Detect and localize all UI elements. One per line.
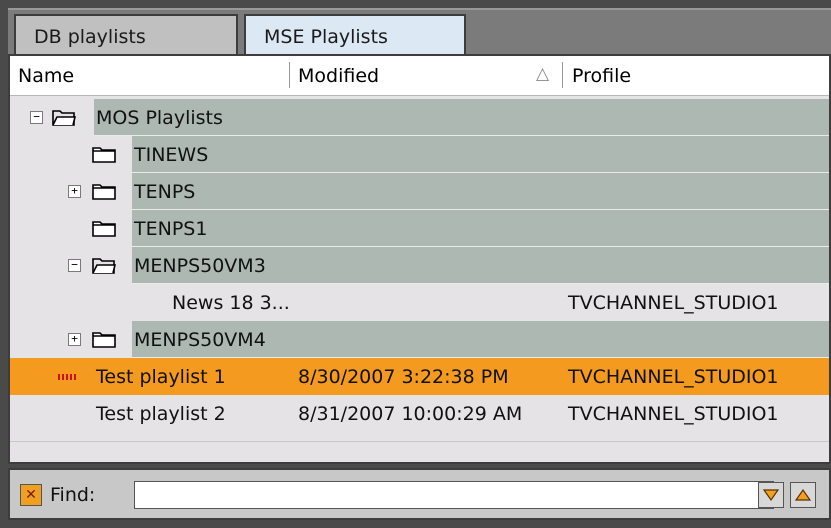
playlist-window: DB playlists MSE Playlists Name Modified… <box>0 0 831 528</box>
row-name: TENPS1 <box>134 218 208 240</box>
playlist-tree: Name Modified △ Profile − MOS Playlists … <box>8 54 831 464</box>
column-name[interactable]: Name <box>18 65 74 87</box>
folder-open-icon <box>92 258 116 274</box>
row-name: MENPS50VM4 <box>134 329 266 351</box>
row-name: MOS Playlists <box>96 107 223 129</box>
collapse-icon[interactable]: − <box>30 111 43 124</box>
sort-ascending-icon: △ <box>536 64 550 84</box>
expand-icon[interactable]: + <box>68 333 81 346</box>
tab-bar: DB playlists MSE Playlists <box>8 8 831 56</box>
folder-open-icon <box>52 110 76 126</box>
active-playlist-marker-icon <box>58 374 76 380</box>
folder-icon <box>92 184 116 200</box>
tree-row-tinews[interactable]: TINEWS <box>10 136 829 173</box>
arrow-down-icon <box>762 489 780 502</box>
find-next-button[interactable] <box>758 482 784 508</box>
tree-row-menps50vm4[interactable]: + MENPS50VM4 <box>10 321 829 358</box>
expand-icon[interactable]: + <box>68 185 81 198</box>
tree-row-tenps[interactable]: + TENPS <box>10 173 829 210</box>
tree-row-playlist[interactable]: News 18 3... TVCHANNEL_STUDIO1 <box>10 284 829 321</box>
find-input[interactable] <box>134 481 774 509</box>
find-previous-button[interactable] <box>790 482 816 508</box>
arrow-up-icon <box>794 488 812 501</box>
row-name: TINEWS <box>134 144 209 166</box>
tree-row-test-playlist-2[interactable]: Test playlist 2 8/31/2007 10:00:29 AM TV… <box>10 395 829 432</box>
row-modified: 8/31/2007 10:00:29 AM <box>298 403 523 425</box>
tree-row-mos-playlists[interactable]: − MOS Playlists <box>10 99 829 136</box>
column-modified[interactable]: Modified <box>298 65 379 87</box>
clear-find-icon[interactable]: ✕ <box>20 484 42 506</box>
column-divider[interactable] <box>289 62 290 88</box>
tree-row-menps50vm3[interactable]: − MENPS50VM3 <box>10 247 829 284</box>
tree-row-tenps1[interactable]: TENPS1 <box>10 210 829 247</box>
find-label: Find: <box>50 484 96 506</box>
column-divider[interactable] <box>562 62 563 88</box>
tab-db-playlists[interactable]: DB playlists <box>14 14 238 56</box>
row-name: Test playlist 1 <box>96 366 226 388</box>
collapse-icon[interactable]: − <box>68 259 81 272</box>
folder-icon <box>92 147 116 163</box>
column-profile[interactable]: Profile <box>572 65 631 87</box>
row-name: TENPS <box>134 181 196 203</box>
row-name: News 18 3... <box>172 292 290 314</box>
divider <box>10 441 829 442</box>
row-profile: TVCHANNEL_STUDIO1 <box>568 403 779 425</box>
row-modified: 8/30/2007 3:22:38 PM <box>298 366 509 388</box>
folder-icon <box>92 332 116 348</box>
row-profile: TVCHANNEL_STUDIO1 <box>568 292 779 314</box>
find-bar: ✕ Find: <box>8 468 831 520</box>
row-name: MENPS50VM3 <box>134 255 266 277</box>
tree-row-test-playlist-1[interactable]: Test playlist 1 8/30/2007 3:22:38 PM TVC… <box>10 358 829 395</box>
folder-icon <box>92 221 116 237</box>
tab-mse-playlists[interactable]: MSE Playlists <box>244 14 466 56</box>
row-profile: TVCHANNEL_STUDIO1 <box>568 366 779 388</box>
row-name: Test playlist 2 <box>96 403 226 425</box>
column-header: Name Modified △ Profile <box>10 56 829 96</box>
